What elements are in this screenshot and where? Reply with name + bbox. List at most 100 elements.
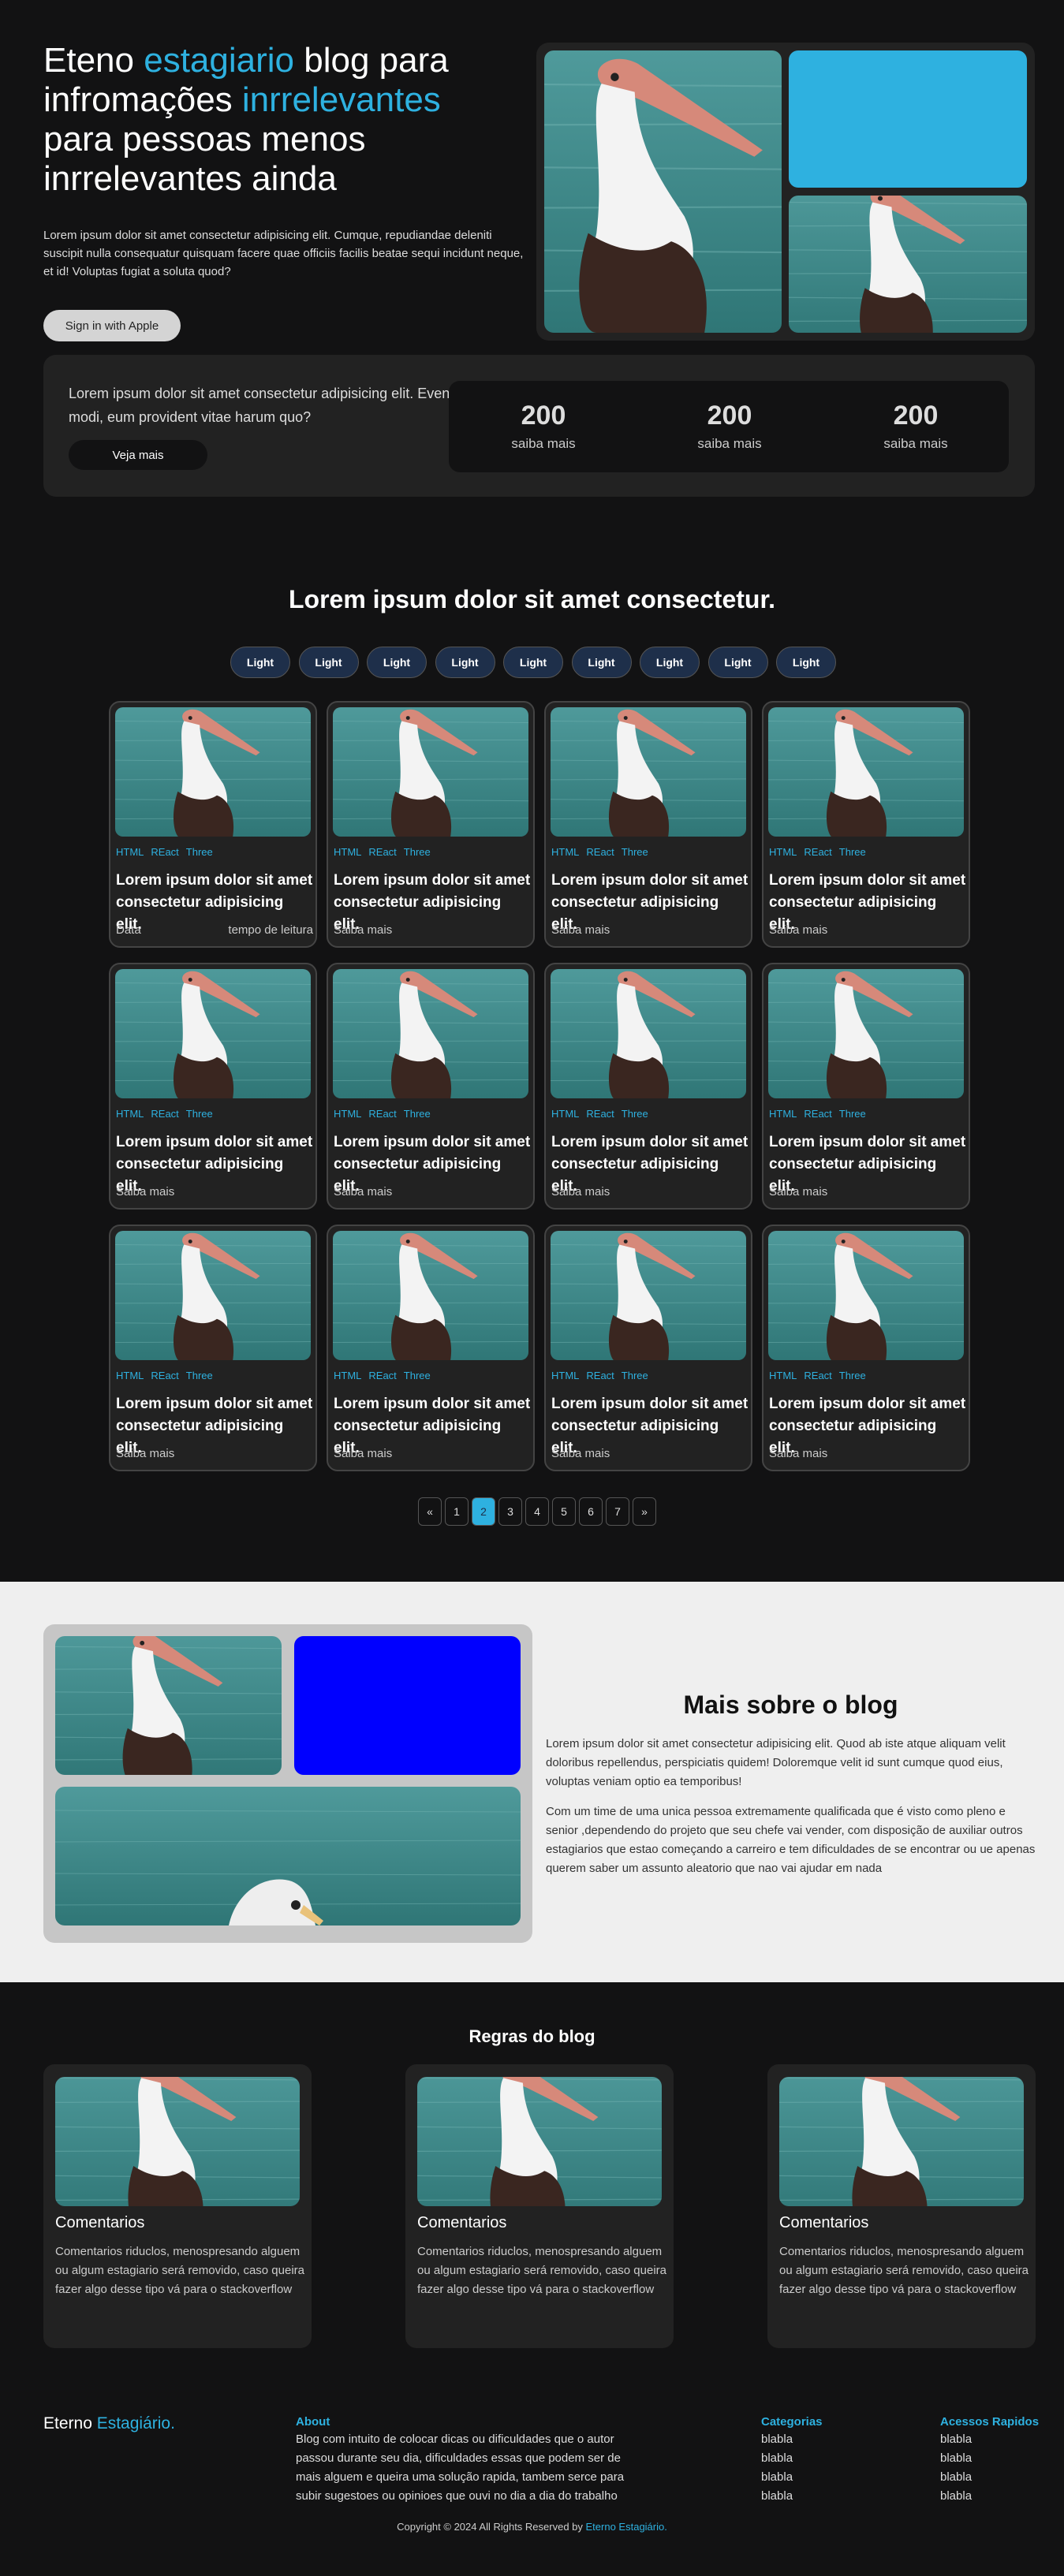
post-card-tag[interactable]: REact — [368, 1370, 396, 1381]
page-button[interactable]: 2 — [472, 1497, 495, 1526]
filter-tag-button[interactable]: Light — [230, 647, 290, 678]
footer-quick-link[interactable]: blabla — [940, 2430, 972, 2449]
post-card-tag[interactable]: HTML — [116, 1108, 144, 1120]
copyright: Copyright © 2024 All Rights Reserved by … — [0, 2521, 1064, 2533]
page-button[interactable]: 5 — [552, 1497, 576, 1526]
post-card-tag[interactable]: HTML — [334, 1370, 361, 1381]
post-card-tag[interactable]: REact — [151, 1370, 178, 1381]
stat-item: 200 saiba mais — [837, 400, 995, 452]
post-card-link[interactable]: Saiba mais — [334, 1447, 392, 1460]
post-card-tag[interactable]: HTML — [334, 1108, 361, 1120]
post-card-tag[interactable]: REact — [804, 1108, 831, 1120]
post-card[interactable]: HTML REact Three Lorem ipsum dolor sit amet… — [762, 1225, 970, 1471]
stats-panel: 200 saiba mais 200 saiba mais 200 saiba … — [449, 381, 1009, 472]
filter-tag-button[interactable]: Light — [707, 647, 768, 678]
post-card-link[interactable]: Saiba mais — [769, 1447, 827, 1460]
filter-tag-button[interactable]: Light — [776, 647, 836, 678]
post-card-tag[interactable]: REact — [804, 1370, 831, 1381]
post-card-link[interactable]: Saiba mais — [551, 923, 610, 937]
post-card-tag[interactable]: HTML — [551, 846, 579, 858]
post-card-tag[interactable]: HTML — [551, 1108, 579, 1120]
post-card-tag[interactable]: REact — [368, 1108, 396, 1120]
footer-quick-link[interactable]: blabla — [940, 2487, 972, 2506]
post-card-tags: HTML REact Three — [116, 1370, 220, 1381]
post-card-link[interactable]: Saiba mais — [334, 1185, 392, 1199]
post-card-tags: HTML REact Three — [116, 1108, 220, 1120]
page-button[interactable]: 6 — [579, 1497, 603, 1526]
post-card-tag[interactable]: HTML — [116, 846, 144, 858]
footer-category-link[interactable]: blabla — [761, 2430, 793, 2449]
post-card-tag[interactable]: REact — [586, 1370, 614, 1381]
post-card-footer: Saiba mais — [116, 1185, 313, 1199]
post-card[interactable]: HTML REact Three Lorem ipsum dolor sit amet… — [327, 963, 535, 1210]
page-button[interactable]: 3 — [498, 1497, 522, 1526]
post-card[interactable]: HTML REact Three Lorem ipsum dolor sit amet… — [544, 701, 752, 948]
post-card[interactable]: HTML REact Three Lorem ipsum dolor sit amet… — [327, 1225, 535, 1471]
filter-tag-button[interactable]: Light — [367, 647, 427, 678]
post-card-tag[interactable]: HTML — [116, 1370, 144, 1381]
pelican-photo-icon — [417, 2077, 662, 2206]
post-card-link[interactable]: Saiba mais — [334, 923, 392, 937]
page-button[interactable]: « — [418, 1497, 442, 1526]
page-button[interactable]: 4 — [525, 1497, 549, 1526]
post-card-tag[interactable]: Three — [404, 1370, 431, 1381]
post-card-tag[interactable]: HTML — [334, 846, 361, 858]
post-card-link[interactable]: Saiba mais — [769, 923, 827, 937]
post-card-tag[interactable]: Three — [622, 1370, 648, 1381]
post-card-tag[interactable]: HTML — [769, 846, 797, 858]
filter-tag-button[interactable]: Light — [640, 647, 700, 678]
post-card-tag[interactable]: REact — [586, 1108, 614, 1120]
post-card-tag[interactable]: REact — [804, 846, 831, 858]
footer-category-link[interactable]: blabla — [761, 2468, 793, 2487]
post-card-image — [551, 969, 746, 1098]
post-card-link[interactable]: Saiba mais — [551, 1185, 610, 1199]
post-card[interactable]: HTML REact Three Lorem ipsum dolor sit amet… — [762, 963, 970, 1210]
sign-in-apple-button[interactable]: Sign in with Apple — [43, 310, 181, 341]
post-card-tag[interactable]: Three — [839, 1108, 866, 1120]
filter-tag-button[interactable]: Light — [503, 647, 563, 678]
footer-quick-link[interactable]: blabla — [940, 2449, 972, 2468]
post-card-tag[interactable]: Three — [622, 1108, 648, 1120]
footer-category-link[interactable]: blabla — [761, 2449, 793, 2468]
post-card-tag[interactable]: REact — [368, 846, 396, 858]
filter-tag-button[interactable]: Light — [298, 647, 359, 678]
post-card-tag[interactable]: Three — [839, 1370, 866, 1381]
post-card-tag[interactable]: Three — [622, 846, 648, 858]
post-card[interactable]: HTML REact Three Lorem ipsum dolor sit amet… — [327, 701, 535, 948]
post-card-tag[interactable]: REact — [151, 846, 178, 858]
post-card-tag[interactable]: HTML — [769, 1370, 797, 1381]
post-card-tag[interactable]: Three — [186, 1108, 213, 1120]
filter-tag-button[interactable]: Light — [435, 647, 495, 678]
post-card-tag[interactable]: REact — [586, 846, 614, 858]
veja-mais-button[interactable]: Veja mais — [69, 440, 207, 470]
rule-title: Comentarios — [417, 2214, 507, 2231]
post-card-link[interactable]: Saiba mais — [116, 1447, 174, 1460]
post-card-tag[interactable]: Three — [186, 1370, 213, 1381]
post-card-link[interactable]: Saiba mais — [551, 1447, 610, 1460]
post-card-link[interactable]: Saiba mais — [769, 1185, 827, 1199]
copyright-link[interactable]: Eterno Estagiário. — [586, 2521, 667, 2533]
post-card[interactable]: HTML REact Three Lorem ipsum dolor sit amet… — [109, 1225, 317, 1471]
post-card-tag[interactable]: Three — [186, 846, 213, 858]
page-button[interactable]: » — [633, 1497, 656, 1526]
post-card-tag[interactable]: HTML — [769, 1108, 797, 1120]
filter-tag-button[interactable]: Light — [571, 647, 632, 678]
post-card[interactable]: HTML REact Three Lorem ipsum dolor sit amet… — [109, 963, 317, 1210]
footer-category-link[interactable]: blabla — [761, 2487, 793, 2506]
post-card-tag[interactable]: REact — [151, 1108, 178, 1120]
page-button[interactable]: 1 — [445, 1497, 469, 1526]
post-card[interactable]: HTML REact Three Lorem ipsum dolor sit amet… — [762, 701, 970, 948]
post-card[interactable]: HTML REact Three Lorem ipsum dolor sit amet… — [544, 963, 752, 1210]
post-card-tag[interactable]: Three — [404, 1108, 431, 1120]
page-button[interactable]: 7 — [606, 1497, 629, 1526]
post-card-tag[interactable]: HTML — [551, 1370, 579, 1381]
post-card[interactable]: HTML REact Three Lorem ipsum dolor sit amet… — [109, 701, 317, 948]
post-card-tag[interactable]: Three — [839, 846, 866, 858]
rule-text: Comentarios riduclos, menospresando algu… — [55, 2245, 305, 2296]
footer-quick-link[interactable]: blabla — [940, 2468, 972, 2487]
post-card-tag[interactable]: Three — [404, 846, 431, 858]
footer-logo[interactable]: Eterno Estagiário. — [43, 2414, 175, 2433]
rule-image — [417, 2077, 662, 2206]
post-card-link[interactable]: Saiba mais — [116, 1185, 174, 1199]
post-card[interactable]: HTML REact Three Lorem ipsum dolor sit amet… — [544, 1225, 752, 1471]
